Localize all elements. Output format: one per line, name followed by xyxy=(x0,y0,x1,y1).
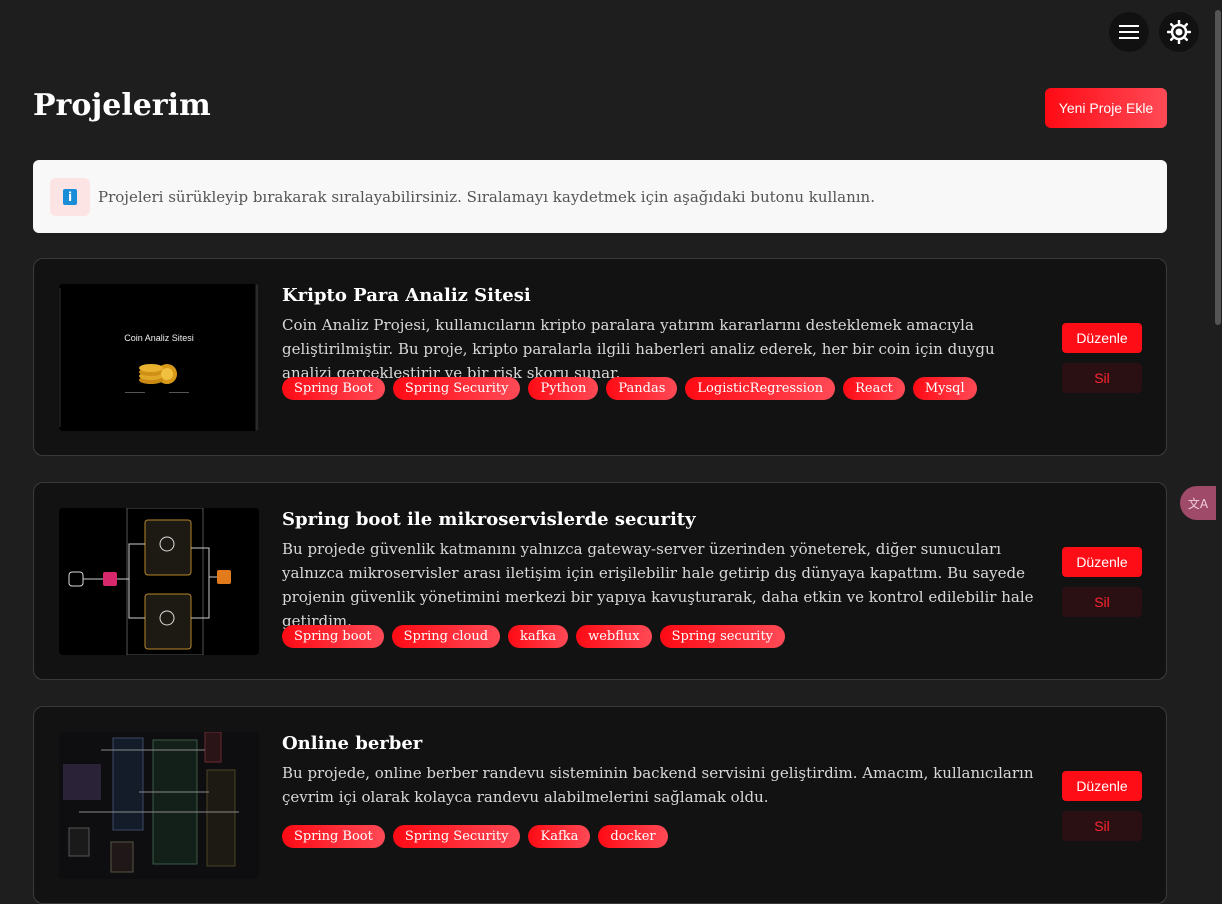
tag: webflux xyxy=(576,625,652,648)
project-image xyxy=(59,508,259,655)
project-title: Kripto Para Analiz Sitesi xyxy=(282,285,531,306)
tag: docker xyxy=(598,825,668,848)
project-description: Bu projede, online berber randevu sistem… xyxy=(282,764,1034,806)
info-icon: i xyxy=(63,188,77,205)
tag: Kafka xyxy=(528,825,591,848)
project-card[interactable]: Online berber Bu projede, online berber … xyxy=(33,706,1167,904)
theme-toggle-button[interactable] xyxy=(1159,12,1199,52)
scrollbar-thumb[interactable] xyxy=(1215,10,1221,325)
page-scrollbar[interactable] xyxy=(1214,0,1222,862)
menu-button[interactable] xyxy=(1109,12,1149,52)
project-image xyxy=(59,732,259,879)
tag: Pandas xyxy=(606,377,678,400)
edit-button[interactable]: Düzenle xyxy=(1062,771,1142,801)
project-card[interactable]: Coin Analiz Sitesi Kripto Para Analiz Si… xyxy=(33,258,1167,456)
info-banner: i Projeleri sürükleyip bırakarak sıralay… xyxy=(33,160,1167,233)
tag: Spring security xyxy=(659,625,786,648)
add-project-button[interactable]: Yeni Proje Ekle xyxy=(1045,88,1167,128)
hamburger-menu-icon xyxy=(1119,25,1139,39)
project-image: Coin Analiz Sitesi xyxy=(59,284,259,431)
tag: Mysql xyxy=(912,377,977,400)
project-title: Spring boot ile mikroservislerde securit… xyxy=(282,509,696,530)
info-icon-container: i xyxy=(50,177,90,216)
page-title: Projelerim xyxy=(33,88,211,123)
tag: Spring Boot xyxy=(282,825,385,848)
delete-button[interactable]: Sil xyxy=(1062,811,1142,841)
tag: React xyxy=(843,377,905,400)
translate-icon[interactable]: 文A xyxy=(1180,486,1216,520)
tag: Spring boot xyxy=(282,625,384,648)
delete-button[interactable]: Sil xyxy=(1062,587,1142,617)
tag: Spring Security xyxy=(392,825,521,848)
tag: Spring cloud xyxy=(391,625,501,648)
tag: Spring Security xyxy=(392,377,521,400)
delete-button[interactable]: Sil xyxy=(1062,363,1142,393)
tag: LogisticRegression xyxy=(685,377,836,400)
project-description: Bu projede güvenlik katmanını yalnızca g… xyxy=(282,540,1034,630)
edit-button[interactable]: Düzenle xyxy=(1062,323,1142,353)
project-image-title: Coin Analiz Sitesi xyxy=(124,333,194,343)
tag-list: Spring Boot Spring Security Kafka docker xyxy=(282,825,668,848)
tag-list: Spring Boot Spring Security Python Panda… xyxy=(282,377,977,400)
tag: Spring Boot xyxy=(282,377,385,400)
project-description: Coin Analiz Projesi, kullanıcıların krip… xyxy=(282,316,995,382)
edit-button[interactable]: Düzenle xyxy=(1062,547,1142,577)
project-title: Online berber xyxy=(282,733,423,754)
tag: kafka xyxy=(508,625,569,648)
project-card[interactable]: Spring boot ile mikroservislerde securit… xyxy=(33,482,1167,680)
tag-list: Spring boot Spring cloud kafka webflux S… xyxy=(282,625,786,648)
brightness-icon xyxy=(1167,20,1191,44)
tag: Python xyxy=(528,377,599,400)
info-text: Projeleri sürükleyip bırakarak sıralayab… xyxy=(98,187,875,206)
